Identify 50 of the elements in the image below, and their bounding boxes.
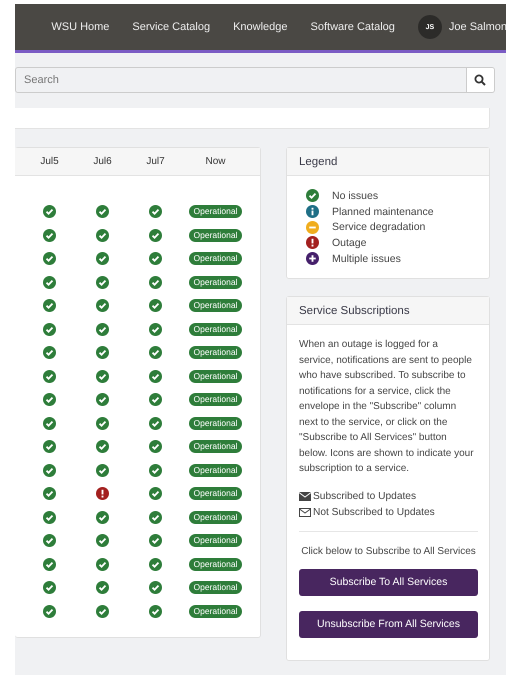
column-header: Jul6 <box>92 156 113 167</box>
status-badge: Operational <box>188 440 242 454</box>
nav-link[interactable]: Service Catalog <box>132 21 210 33</box>
nav-link[interactable]: WSU Home <box>51 21 110 33</box>
minus-circle-icon <box>306 220 319 234</box>
envelope-outline-icon <box>299 508 311 518</box>
legend-label: Planned maintenance <box>332 206 434 218</box>
prompt-text: Click below to Subscribe to All Services <box>300 546 477 557</box>
subscription-button[interactable]: Unsubscribe From All Services <box>299 610 478 638</box>
search-button[interactable] <box>466 67 495 93</box>
status-badge: Operational <box>188 534 242 548</box>
status-badge: Operational <box>188 322 242 336</box>
status-badge: Operational <box>188 276 242 289</box>
status-badge: Operational <box>188 604 242 618</box>
user-name[interactable]: Joe Salmon <box>448 21 506 33</box>
nav-link[interactable]: Knowledge <box>233 21 288 33</box>
exclamation-circle-icon <box>306 236 319 250</box>
column-header: Now <box>204 156 226 167</box>
status-badge: Operational <box>188 416 242 430</box>
description-text: When an outage is logged for a service, notifications are sent to people who have subscribed. To subscribe to notifications for a service, click the envelope in the "Subscribe" column next to the service, or click on the "Subscribe to All Services" button below. Icons are shown to indicate your subscription to a service. <box>299 338 475 476</box>
status-badge: Operational <box>188 464 242 477</box>
subscription-button[interactable]: Subscribe To All Services <box>299 568 478 596</box>
legend-label: Service degradation <box>332 221 426 234</box>
info-circle-icon <box>306 205 319 218</box>
search-icon <box>474 74 486 86</box>
check-circle-icon <box>306 189 319 202</box>
nav-link[interactable]: Software Catalog <box>310 21 395 33</box>
status-badge: Operational <box>188 393 242 406</box>
legend-label: Subscribed to Updates <box>313 491 416 502</box>
search-field[interactable]: Search <box>15 67 467 93</box>
status-badge: Operational <box>188 558 242 571</box>
status-badge: Operational <box>188 228 242 242</box>
status-badge: Operational <box>188 487 242 500</box>
column-header: Jul5 <box>39 156 60 167</box>
card-title: Service Subscriptions <box>287 297 489 326</box>
envelope-icon <box>299 492 311 502</box>
status-badge: Operational <box>188 299 242 312</box>
status-badge: Operational <box>188 581 242 594</box>
status-badge: Operational <box>188 510 242 524</box>
column-header: Jul7 <box>145 156 166 167</box>
status-badge: Operational <box>188 205 242 218</box>
legend-label: Not Subscribed to Updates <box>313 507 435 518</box>
card-title: Legend <box>287 148 489 176</box>
status-badge: Operational <box>188 370 242 383</box>
legend-label: Outage <box>332 236 366 249</box>
plus-circle-icon <box>306 252 319 266</box>
legend-label: Multiple issues <box>332 252 401 265</box>
legend-label: No issues <box>332 190 378 202</box>
status-badge: Operational <box>188 252 242 266</box>
status-badge: Operational <box>188 346 242 360</box>
